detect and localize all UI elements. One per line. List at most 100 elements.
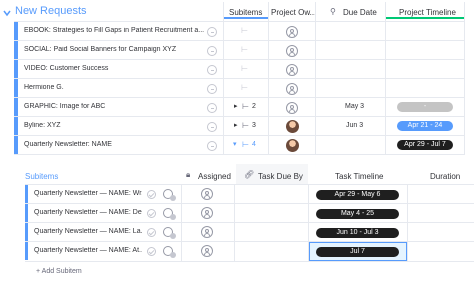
row-color-bar [25, 204, 28, 222]
subitems-icon[interactable]: ⊢ [241, 45, 248, 54]
collapse-arrow-icon[interactable]: ▾ [233, 140, 237, 148]
add-update-icon[interactable] [207, 84, 217, 94]
due-date-link-icon: ⚲ [330, 7, 336, 16]
subitems-icon[interactable]: ⊢ [241, 83, 248, 92]
column-header-subitems-underline [223, 17, 268, 19]
item-name[interactable]: GRAPHIC: Image for ABC [24, 103, 204, 110]
row-divider [25, 222, 474, 223]
subitems-column-task-timeline[interactable]: Task Timeline [335, 172, 383, 181]
grid-line [407, 184, 408, 262]
row-color-bar [14, 22, 18, 40]
owner-avatar[interactable] [286, 139, 299, 152]
add-update-icon[interactable] [207, 141, 217, 151]
row-divider [14, 59, 465, 60]
subitems-icon[interactable]: ⊢ [241, 26, 248, 35]
row-color-bar [14, 41, 18, 59]
update-count-badge [170, 233, 176, 239]
row-divider [14, 21, 465, 22]
owner-avatar-empty[interactable] [286, 102, 298, 114]
subitems-icon[interactable]: ⊢ [242, 102, 249, 111]
owner-avatar-empty[interactable] [286, 26, 298, 38]
add-update-icon[interactable] [207, 103, 217, 113]
subitems-icon[interactable]: ⊢ [242, 121, 249, 130]
row-color-bar [14, 79, 18, 97]
column-header-project-timeline[interactable]: Project Timeline [399, 8, 456, 17]
task-timeline-pill[interactable]: Jul 7 [316, 247, 399, 257]
check-icon[interactable] [147, 190, 156, 199]
item-name[interactable]: EBOOK: Strategies to Fill Gaps in Patien… [24, 27, 204, 34]
check-icon[interactable] [147, 247, 156, 256]
subitems-icon[interactable]: ⊢ [241, 64, 248, 73]
column-header-subitems[interactable]: Subitems [229, 8, 262, 17]
group-title[interactable]: New Requests [15, 5, 87, 17]
subitem-name[interactable]: Quarterly Newsletter — NAME: Wr... [34, 190, 142, 197]
row-divider [14, 154, 465, 155]
expand-arrow-icon[interactable]: ▸ [234, 102, 238, 110]
column-header-due-date[interactable]: Due Date [343, 8, 377, 17]
update-count-badge [170, 214, 176, 220]
assigned-avatar-empty[interactable] [201, 188, 213, 200]
row-color-bar [25, 242, 28, 260]
timeline-pill[interactable]: Apr 29 - Jul 7 [397, 140, 453, 150]
check-icon[interactable] [147, 228, 156, 237]
subitems-count[interactable]: 3 [252, 122, 256, 129]
owner-avatar[interactable] [286, 120, 299, 133]
row-color-bar [14, 136, 18, 154]
update-count-badge [170, 252, 176, 258]
update-count-badge [170, 195, 176, 201]
item-name[interactable]: Hermione G. [24, 84, 204, 91]
add-update-icon[interactable] [207, 27, 217, 37]
subitem-name[interactable]: Quarterly Newsletter — NAME: At... [34, 247, 142, 254]
subitems-count[interactable]: 2 [252, 103, 256, 110]
row-divider [14, 135, 465, 136]
subitems-column-task-due-by[interactable]: Task Due By [258, 172, 303, 181]
row-divider [25, 184, 474, 185]
expand-arrow-icon[interactable]: ▸ [234, 121, 238, 129]
row-divider [25, 203, 474, 204]
row-divider [14, 97, 465, 98]
item-name[interactable]: SOCIAL: Paid Social Banners for Campaign… [24, 46, 204, 53]
owner-avatar-empty[interactable] [286, 45, 298, 57]
column-header-timeline-underline [385, 17, 465, 19]
row-color-bar [14, 98, 18, 116]
subitems-column-assigned[interactable]: Assigned [198, 172, 231, 181]
subitem-name[interactable]: Quarterly Newsletter — NAME: Design ... [34, 209, 142, 216]
timeline-pill[interactable]: Apr 21 - 24 [397, 121, 453, 131]
add-update-icon[interactable] [207, 46, 217, 56]
row-divider [14, 40, 465, 41]
item-name[interactable]: VIDEO: Customer Success [24, 65, 204, 72]
add-update-icon[interactable] [207, 65, 217, 75]
assigned-avatar-empty[interactable] [201, 245, 213, 257]
row-divider [14, 78, 465, 79]
add-update-icon[interactable] [207, 122, 217, 132]
subitems-icon[interactable]: ⊢ [242, 140, 249, 149]
item-name[interactable]: Quarterly Newsletter: NAME [24, 141, 204, 148]
task-timeline-pill[interactable]: May 4 - 25 [316, 209, 399, 219]
row-color-bar [14, 60, 18, 78]
check-icon[interactable] [147, 209, 156, 218]
row-color-bar [25, 185, 28, 203]
assigned-avatar-empty[interactable] [201, 226, 213, 238]
owner-avatar-empty[interactable] [286, 83, 298, 95]
lock-icon: 🔒︎ [186, 170, 191, 179]
task-timeline-pill[interactable]: Apr 29 - May 6 [316, 190, 399, 200]
row-color-bar [14, 117, 18, 135]
column-header-project-owner[interactable]: Project Ow... [271, 8, 316, 17]
group-collapse-icon[interactable] [2, 5, 12, 17]
subitems-column-duration[interactable]: Duration [430, 172, 460, 181]
owner-avatar-empty[interactable] [286, 64, 298, 76]
grid-line [234, 184, 235, 262]
grid-line [181, 184, 182, 262]
add-subitem-button[interactable]: + Add Subitem [36, 268, 82, 275]
item-name[interactable]: Byline: XYZ [24, 122, 204, 129]
subitems-header-title: Subitems [25, 172, 59, 181]
link-icon: 🔗︎ [244, 170, 255, 179]
task-timeline-pill[interactable]: Jun 10 - Jul 3 [316, 228, 399, 238]
subitems-count[interactable]: 4 [252, 141, 256, 148]
timeline-pill[interactable]: - [397, 102, 453, 112]
due-date[interactable]: May 3 [345, 103, 364, 110]
due-date[interactable]: Jun 3 [346, 122, 363, 129]
row-color-bar [25, 223, 28, 241]
assigned-avatar-empty[interactable] [201, 207, 213, 219]
subitem-name[interactable]: Quarterly Newsletter — NAME: La... [34, 228, 142, 235]
